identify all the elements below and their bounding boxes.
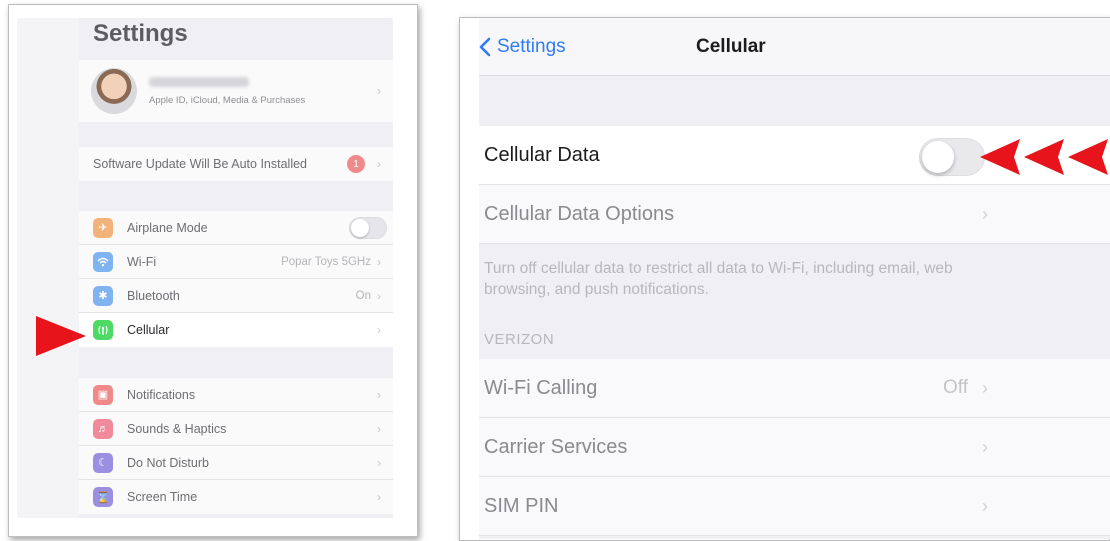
wifi-calling-label: Wi-Fi Calling	[484, 376, 598, 399]
chevron-right-icon: ›	[377, 421, 381, 436]
cellular-data-toggle[interactable]	[919, 138, 985, 176]
avatar	[91, 68, 137, 114]
sim-pin-row[interactable]: SIM PIN ›	[479, 477, 1110, 536]
left-gutter	[17, 18, 79, 518]
wifi-label: Wi-Fi	[127, 254, 157, 269]
screenshot-stage: Settings Apple ID, iCloud, Media & Purch…	[0, 0, 1110, 541]
chevron-right-icon: ›	[377, 455, 381, 470]
screen-time-row[interactable]: ⌛ Screen Time ›	[79, 480, 393, 514]
navigation-bar: Settings Cellular	[479, 18, 1110, 76]
carrier-group: Wi-Fi Calling Off › Carrier Services › S…	[479, 359, 1110, 536]
sounds-row[interactable]: ♬ Sounds & Haptics ›	[79, 412, 393, 446]
page-title: Settings	[93, 20, 188, 47]
back-label: Settings	[497, 36, 566, 57]
wifi-calling-row[interactable]: Wi-Fi Calling Off ›	[479, 359, 1110, 418]
screen-time-label: Screen Time	[127, 490, 198, 504]
chevron-left-icon	[479, 37, 491, 57]
wifi-calling-value: Off	[943, 377, 968, 398]
settings-content: Settings Apple ID, iCloud, Media & Purch…	[79, 18, 393, 518]
back-button[interactable]: Settings	[479, 36, 566, 58]
chevron-right-icon: ›	[377, 157, 381, 171]
page-title: Cellular	[696, 36, 766, 57]
cellular-data-options-label: Cellular Data Options	[484, 202, 675, 225]
chevron-right-icon: ›	[377, 323, 381, 337]
notifications-row[interactable]: ▣ Notifications ›	[79, 378, 393, 412]
bluetooth-icon: ✱	[93, 285, 113, 306]
chevron-right-icon: ›	[377, 288, 381, 303]
carrier-services-row[interactable]: Carrier Services ›	[479, 418, 1110, 477]
wifi-icon	[93, 251, 113, 272]
carrier-services-label: Carrier Services	[484, 435, 628, 458]
chevron-right-icon: ›	[377, 84, 381, 98]
notifications-icon: ▣	[93, 384, 113, 405]
sounds-icon: ♬	[93, 418, 113, 439]
cellular-label: Cellular	[127, 323, 170, 337]
red-arrow-pointer-icon	[36, 316, 86, 356]
wifi-network-value: Popar Toys 5GHz	[281, 255, 371, 268]
hourglass-icon: ⌛	[93, 487, 113, 507]
cellular-data-options-row[interactable]: Cellular Data Options ›	[479, 185, 1110, 244]
sim-pin-label: SIM PIN	[484, 494, 559, 517]
update-badge: 1	[347, 155, 365, 173]
chevron-right-icon: ›	[377, 254, 381, 269]
airplane-icon: ✈	[93, 217, 113, 238]
do-not-disturb-row[interactable]: ☾ Do Not Disturb ›	[79, 446, 393, 480]
sounds-label: Sounds & Haptics	[127, 421, 227, 436]
airplane-mode-label: Airplane Mode	[127, 220, 208, 235]
cellular-screen: Settings Cellular Cellular Data Cellular…	[479, 18, 1110, 539]
wifi-row[interactable]: Wi-Fi Popar Toys 5GHz ›	[79, 245, 393, 279]
software-update-label: Software Update Will Be Auto Installed	[93, 157, 308, 171]
software-update-row[interactable]: Software Update Will Be Auto Installed 1…	[79, 147, 393, 181]
chevron-right-icon: ›	[982, 495, 988, 516]
bluetooth-row[interactable]: ✱ Bluetooth On ›	[79, 279, 393, 313]
profile-group: Apple ID, iCloud, Media & Purchases ›	[79, 60, 393, 122]
chevron-right-icon: ›	[377, 387, 381, 402]
airplane-mode-row: ✈ Airplane Mode	[79, 211, 393, 245]
chevron-right-icon: ›	[377, 490, 381, 504]
chevron-right-icon: ›	[982, 436, 988, 457]
airplane-mode-toggle[interactable]	[349, 216, 387, 239]
cellular-data-footnote: Turn off cellular data to restrict all d…	[484, 260, 953, 298]
update-group: Software Update Will Be Auto Installed 1…	[79, 147, 393, 181]
notifications-group: ▣ Notifications › ♬ Sounds & Haptics › ☾…	[79, 378, 393, 514]
moon-icon: ☾	[93, 452, 113, 473]
notifications-label: Notifications	[127, 387, 196, 402]
cellular-icon	[93, 320, 113, 340]
profile-name-blurred	[149, 76, 249, 87]
cellular-row[interactable]: Cellular ›	[79, 313, 393, 347]
bluetooth-label: Bluetooth	[127, 288, 180, 303]
settings-screen: Settings Apple ID, iCloud, Media & Purch…	[17, 18, 393, 518]
connectivity-group: ✈ Airplane Mode Wi-Fi Popar Toys 5GHz › …	[79, 211, 393, 347]
apple-id-row[interactable]: Apple ID, iCloud, Media & Purchases ›	[79, 60, 393, 122]
profile-text: Apple ID, iCloud, Media & Purchases	[149, 76, 377, 106]
profile-subtitle: Apple ID, iCloud, Media & Purchases	[149, 94, 306, 106]
red-triple-arrow-icon	[980, 139, 1108, 175]
carrier-section-header: VERIZON	[484, 331, 555, 348]
chevron-right-icon: ›	[982, 203, 988, 224]
chevron-right-icon: ›	[982, 377, 988, 398]
do-not-disturb-label: Do Not Disturb	[127, 455, 209, 470]
bluetooth-value: On	[355, 289, 371, 302]
